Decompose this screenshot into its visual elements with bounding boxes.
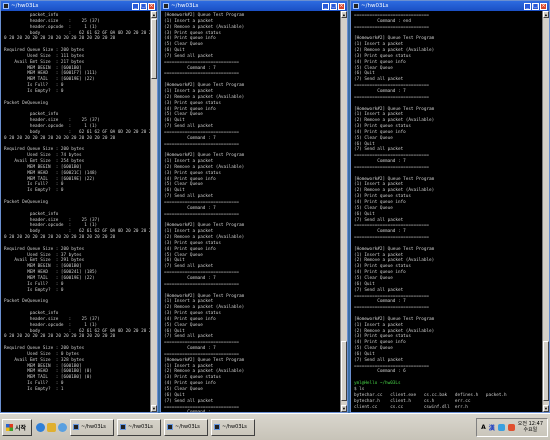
minimize-button[interactable]: _ xyxy=(524,2,531,10)
ime-hanja-indicator[interactable]: 漢 xyxy=(489,423,495,432)
system-tray: A 漢 오전 12:47 수요일 xyxy=(476,417,548,437)
scroll-down-icon[interactable]: ▼ xyxy=(543,405,549,412)
scroll-thumb[interactable] xyxy=(341,341,347,401)
ime-mode-indicator[interactable]: A xyxy=(481,424,486,431)
folder-icon[interactable] xyxy=(47,422,56,432)
maximize-button[interactable]: □ xyxy=(140,2,147,10)
title-bar[interactable]: ~/hw03Ls _ □ × xyxy=(1,1,157,11)
scrollbar[interactable]: ▲ ▼ xyxy=(340,11,347,412)
taskbar-button-label: ~/hw03Ls xyxy=(128,424,153,430)
close-button[interactable]: × xyxy=(148,2,155,10)
desktop: ~/hw03Ls _ □ × packet_info header.size :… xyxy=(0,0,550,440)
maximize-button[interactable]: □ xyxy=(330,2,337,10)
terminal-output[interactable]: ============================= Command : … xyxy=(351,11,542,412)
start-button[interactable]: 시작 xyxy=(2,418,32,436)
terminal-line: Is Empty? : 1 xyxy=(4,387,64,392)
terminal-icon xyxy=(3,3,9,9)
taskbar-button-label: ~/hw03Ls xyxy=(81,424,106,430)
minimize-button[interactable]: _ xyxy=(322,2,329,10)
terminal-icon xyxy=(73,424,79,430)
terminal-icon xyxy=(167,424,173,430)
close-button[interactable]: × xyxy=(338,2,345,10)
window-title: ~/hw03Ls xyxy=(171,3,199,9)
taskbar-button-terminal[interactable]: ~/hw03Ls xyxy=(211,418,255,436)
terminal-line: body : 62 61 62 6F 0A 0D 20 20 20 20 20 … xyxy=(29,129,150,135)
terminal-window-1[interactable]: ~/hw03Ls _ □ × packet_info header.size :… xyxy=(0,0,158,413)
terminal-icon xyxy=(120,424,126,430)
terminal-output[interactable]: [Homework#2] Queue Test Program (1) Inser… xyxy=(161,11,340,412)
scroll-up-icon[interactable]: ▲ xyxy=(543,11,549,18)
terminal-output[interactable]: packet_info header.size : 25 (37) header… xyxy=(1,11,150,412)
terminal-window-2[interactable]: ~/hw03Ls _ □ × [Homework#2] Queue Test P… xyxy=(160,0,348,413)
window-title: ~/hw03Ls xyxy=(361,3,389,9)
scroll-down-icon[interactable]: ▼ xyxy=(151,405,157,412)
title-bar[interactable]: ~/hw03Ls _ □ × xyxy=(351,1,549,11)
taskbar-button-terminal[interactable]: ~/hw03Ls xyxy=(70,418,114,436)
taskbar-button-label: ~/hw03Ls xyxy=(222,424,247,430)
scrollbar[interactable]: ▲ ▼ xyxy=(150,11,157,412)
clock[interactable]: 오전 12:47 수요일 xyxy=(518,421,543,433)
clock-day: 수요일 xyxy=(523,427,538,433)
scroll-thumb[interactable] xyxy=(543,341,549,401)
internet-explorer-icon[interactable] xyxy=(36,422,45,432)
title-bar[interactable]: ~/hw03Ls _ □ × xyxy=(161,1,347,11)
network-icon[interactable] xyxy=(497,423,505,431)
terminal-window-3[interactable]: ~/hw03Ls _ □ × =========================… xyxy=(350,0,550,413)
security-icon[interactable] xyxy=(507,423,515,431)
terminal-line: Command : xyxy=(164,410,337,412)
start-label: 시작 xyxy=(15,424,27,432)
maximize-button[interactable]: □ xyxy=(532,2,539,10)
window-title: ~/hw03Ls xyxy=(11,3,39,9)
taskbar: 시작 ~/hw03Ls ~/hw03Ls ~/hw03Ls ~/hw03Ls A… xyxy=(0,413,550,440)
windows-logo-icon xyxy=(6,423,13,431)
minimize-button[interactable]: _ xyxy=(132,2,139,10)
terminal-icon xyxy=(163,3,169,9)
terminal-icon xyxy=(353,3,359,9)
taskbar-button-terminal[interactable]: ~/hw03Ls xyxy=(117,418,161,436)
scrollbar[interactable]: ▲ ▼ xyxy=(542,11,549,412)
scroll-thumb[interactable] xyxy=(151,19,157,79)
close-button[interactable]: × xyxy=(540,2,547,10)
taskbar-button-terminal[interactable]: ~/hw03Ls xyxy=(164,418,208,436)
scroll-up-icon[interactable]: ▲ xyxy=(341,11,347,18)
taskbar-button-label: ~/hw03Ls xyxy=(175,424,200,430)
desktop-icon[interactable] xyxy=(58,422,67,432)
scroll-down-icon[interactable]: ▼ xyxy=(341,405,347,412)
terminal-icon xyxy=(214,424,220,430)
quick-launch xyxy=(36,422,67,432)
scroll-up-icon[interactable]: ▲ xyxy=(151,11,157,18)
